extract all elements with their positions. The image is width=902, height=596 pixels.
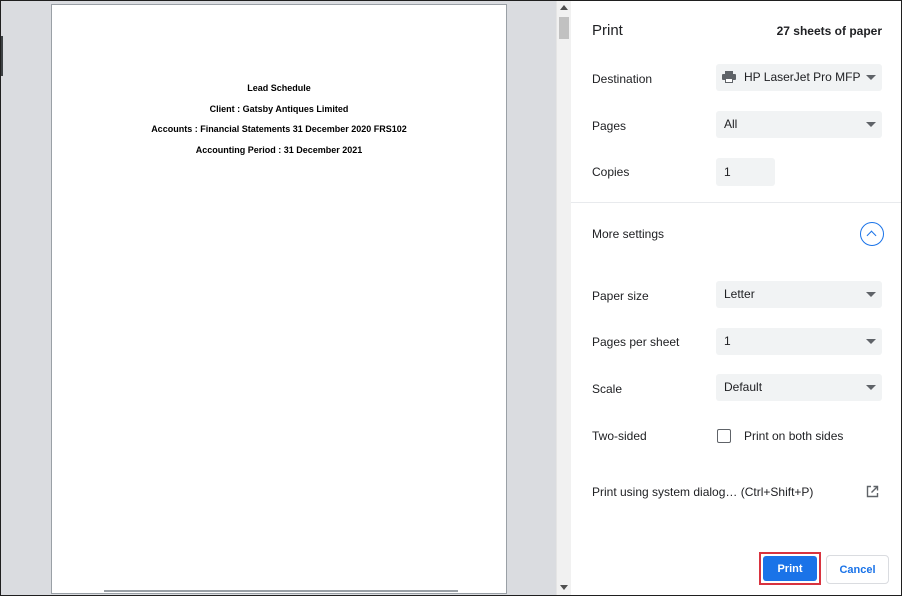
print-button[interactable]: Print [763,556,817,581]
print-both-sides-checkbox[interactable] [717,429,731,443]
copies-input[interactable] [716,158,775,186]
chevron-up-icon [866,230,877,241]
document-title: Lead Schedule [247,83,311,93]
settings-panel: Print 27 sheets of paper Destination HP … [571,1,901,595]
scale-select[interactable]: Default [716,374,882,401]
destination-value: HP LaserJet Pro MFP [744,70,861,84]
scroll-up-arrow-icon[interactable] [560,5,568,10]
preview-scrollbar[interactable] [556,1,571,595]
more-settings-label[interactable]: More settings [592,227,664,241]
preview-page: Lead Schedule Client : Gatsby Antiques L… [51,4,507,594]
copies-label: Copies [592,165,630,179]
page-bottom-edge [104,590,458,592]
scale-label: Scale [592,382,623,396]
dialog-title: Print [592,22,623,39]
paper-size-value: Letter [724,287,755,301]
document-header: Lead Schedule Client : Gatsby Antiques L… [52,82,506,164]
window-edge [1,36,3,76]
section-divider [571,202,901,203]
system-dialog-link[interactable]: Print using system dialog… (Ctrl+Shift+P… [592,485,813,499]
caret-down-icon [866,385,876,390]
two-sided-label: Two-sided [592,429,647,443]
caret-down-icon [866,75,876,80]
scroll-thumb[interactable] [559,17,569,39]
print-preview-area: Lead Schedule Client : Gatsby Antiques L… [1,1,557,595]
pages-select[interactable]: All [716,111,882,138]
destination-label: Destination [592,72,653,86]
sheet-count: 27 sheets of paper [776,24,882,38]
paper-size-select[interactable]: Letter [716,281,882,308]
document-accounts: Accounts : Financial Statements 31 Decem… [151,124,407,134]
scroll-down-arrow-icon[interactable] [560,585,568,590]
print-dialog: Lead Schedule Client : Gatsby Antiques L… [0,0,902,596]
caret-down-icon [866,339,876,344]
print-both-sides-label[interactable]: Print on both sides [744,429,843,443]
caret-down-icon [866,122,876,127]
pages-label: Pages [592,119,627,133]
scale-value: Default [724,380,763,394]
caret-down-icon [866,292,876,297]
cancel-button[interactable]: Cancel [826,555,889,584]
document-period: Accounting Period : 31 December 2021 [195,144,363,155]
destination-select[interactable]: HP LaserJet Pro MFP [716,64,882,91]
pages-per-sheet-select[interactable]: 1 [716,328,882,355]
printer-icon [722,71,736,83]
pages-per-sheet-value: 1 [724,334,731,348]
pages-per-sheet-label: Pages per sheet [592,335,680,349]
document-client: Client : Gatsby Antiques Limited [209,103,349,114]
more-settings-toggle[interactable] [860,222,884,246]
open-external-icon[interactable] [866,485,879,498]
paper-size-label: Paper size [592,289,649,303]
pages-value: All [724,117,738,131]
